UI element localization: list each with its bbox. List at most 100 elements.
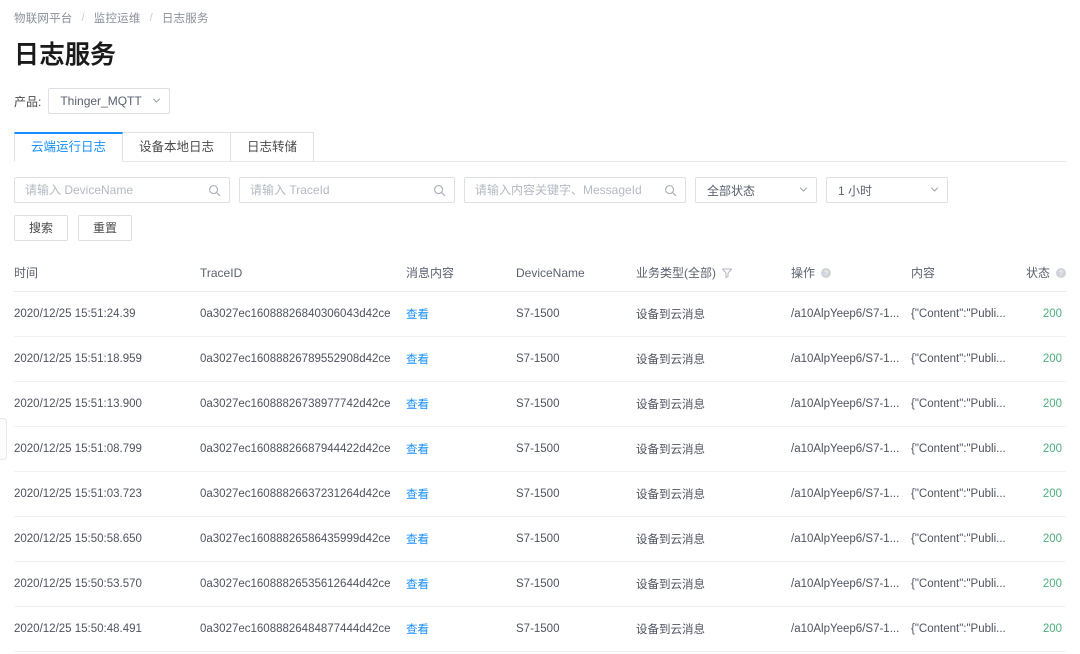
cell-trace-id: 0a3027ec16088826637231264d42ce (200, 471, 406, 517)
column-header-operation: 操作 ? (791, 255, 911, 292)
cell-content: {"Content":"Publi... (911, 606, 1026, 652)
cell-message-content: 查看 (406, 291, 516, 337)
tab-cloud-runtime-log[interactable]: 云端运行日志 (14, 132, 124, 162)
view-message-link[interactable]: 查看 (406, 579, 429, 591)
product-select[interactable]: Thinger_MQTT (48, 88, 171, 114)
cell-device-name: S7-1500 (516, 516, 636, 562)
cell-operation: /a10AlpYeep6/S7-1... (791, 516, 911, 562)
product-label: 产品: (14, 94, 42, 109)
column-label-time: 时间 (14, 266, 39, 280)
table-row: 2020/12/25 15:50:48.491 0a3027ec160888264… (14, 606, 1066, 652)
column-header-status: 状态 ? (1026, 255, 1067, 292)
breadcrumb-item-platform[interactable]: 物联网平台 (14, 10, 73, 26)
cell-trace-id: 0a3027ec16088826738977742d42ce (200, 381, 406, 427)
view-message-link[interactable]: 查看 (406, 489, 429, 501)
cell-content: {"Content":"Publi... (911, 291, 1026, 337)
product-filter-row: 产品: Thinger_MQTT (14, 88, 1066, 114)
cell-operation: /a10AlpYeep6/S7-1... (791, 471, 911, 517)
chevron-down-icon (152, 96, 161, 105)
tab-device-local-log[interactable]: 设备本地日志 (122, 132, 232, 162)
product-select-value: Thinger_MQTT (60, 94, 142, 108)
view-message-link[interactable]: 查看 (406, 354, 429, 366)
log-service-page: 物联网平台 / 监控运维 / 日志服务 日志服务 产品: Thinger_MQT… (0, 0, 1080, 654)
cell-business-type: 设备到云消息 (636, 381, 791, 427)
cell-time: 2020/12/25 15:50:58.650 (14, 516, 200, 562)
cell-business-type: 设备到云消息 (636, 606, 791, 652)
keyword-search-field[interactable] (464, 177, 686, 203)
column-label-operation: 操作 (791, 266, 816, 280)
column-header-business-type: 业务类型(全部) (636, 255, 791, 292)
cell-trace-id: 0a3027ec16088826840306043d42ce (200, 291, 406, 337)
view-message-link[interactable]: 查看 (406, 624, 429, 636)
cell-business-type: 设备到云消息 (636, 426, 791, 472)
cell-status: 200 (1026, 426, 1066, 472)
time-range-select-value: 1 小时 (838, 183, 873, 198)
tab-log-dump[interactable]: 日志转储 (230, 132, 315, 162)
cell-content: {"Content":"Publi... (911, 471, 1026, 517)
device-name-input[interactable] (25, 183, 201, 197)
cell-operation: /a10AlpYeep6/S7-1... (791, 561, 911, 607)
cell-message-content: 查看 (406, 426, 516, 472)
cell-device-name: S7-1500 (516, 381, 636, 427)
view-message-link[interactable]: 查看 (406, 444, 429, 456)
keyword-input[interactable] (475, 183, 657, 197)
view-message-link[interactable]: 查看 (406, 399, 429, 411)
chevron-down-icon (930, 185, 939, 194)
cell-content: {"Content":"Publi... (911, 516, 1026, 562)
cell-content: {"Content":"Publi... (911, 336, 1026, 382)
breadcrumb-item-monitoring[interactable]: 监控运维 (94, 10, 141, 26)
cell-message-content: 查看 (406, 516, 516, 562)
cell-business-type: 设备到云消息 (636, 291, 791, 337)
cell-status: 200 (1026, 561, 1066, 607)
status-badge: 200 (1042, 533, 1062, 545)
cell-trace-id: 0a3027ec16088826687944422d42ce (200, 426, 406, 472)
cell-message-content: 查看 (406, 561, 516, 607)
column-label-message-content: 消息内容 (406, 266, 455, 280)
column-label-content: 内容 (911, 266, 936, 280)
device-name-search-field[interactable] (14, 177, 230, 203)
view-message-link[interactable]: 查看 (406, 534, 429, 546)
cell-operation: /a10AlpYeep6/S7-1... (791, 291, 911, 337)
cell-status: 200 (1026, 606, 1066, 652)
search-icon[interactable] (433, 184, 446, 197)
search-icon[interactable] (208, 184, 221, 197)
column-label-status: 状态 (1026, 266, 1051, 280)
help-circle-icon[interactable]: ? (820, 267, 832, 279)
sidebar-collapse-handle[interactable] (0, 418, 7, 460)
cell-trace-id: 0a3027ec16088826535612644d42ce (200, 561, 406, 607)
cell-status: 200 (1026, 516, 1066, 562)
view-message-link[interactable]: 查看 (406, 309, 429, 321)
help-circle-icon[interactable]: ? (1055, 267, 1067, 279)
time-range-select[interactable]: 1 小时 (826, 177, 948, 203)
column-label-device-name: DeviceName (516, 265, 585, 280)
table-row: 2020/12/25 15:51:08.799 0a3027ec160888266… (14, 426, 1066, 472)
status-badge: 200 (1042, 578, 1062, 590)
filter-funnel-icon[interactable] (721, 267, 733, 279)
trace-id-input[interactable] (250, 183, 426, 197)
cell-device-name: S7-1500 (516, 291, 636, 337)
cell-message-content: 查看 (406, 471, 516, 517)
cell-status: 200 (1026, 471, 1066, 517)
cell-operation: /a10AlpYeep6/S7-1... (791, 606, 911, 652)
table-header-row: 时间 TraceID 消息内容 DeviceName 业务类型(全部) 操作 ?… (14, 255, 1067, 292)
breadcrumb: 物联网平台 / 监控运维 / 日志服务 (14, 0, 1066, 28)
cell-content: {"Content":"Publi... (911, 426, 1026, 472)
cell-operation: /a10AlpYeep6/S7-1... (791, 336, 911, 382)
status-badge: 200 (1042, 488, 1062, 500)
column-header-message-content: 消息内容 (406, 255, 516, 292)
cell-operation: /a10AlpYeep6/S7-1... (791, 426, 911, 472)
cell-content: {"Content":"Publi... (911, 561, 1026, 607)
filter-action-buttons: 搜索 重置 (14, 215, 1066, 241)
svg-text:?: ? (824, 270, 828, 277)
cell-business-type: 设备到云消息 (636, 561, 791, 607)
reset-button[interactable]: 重置 (78, 215, 133, 241)
trace-id-search-field[interactable] (239, 177, 455, 203)
status-select[interactable]: 全部状态 (695, 177, 817, 203)
cell-trace-id: 0a3027ec16088826789552908d42ce (200, 336, 406, 382)
search-button[interactable]: 搜索 (14, 215, 69, 241)
chevron-down-icon (799, 185, 808, 194)
cell-device-name: S7-1500 (516, 336, 636, 382)
search-icon[interactable] (664, 184, 677, 197)
log-table-head: 时间 TraceID 消息内容 DeviceName 业务类型(全部) 操作 ?… (14, 255, 1067, 292)
cell-device-name: S7-1500 (516, 606, 636, 652)
